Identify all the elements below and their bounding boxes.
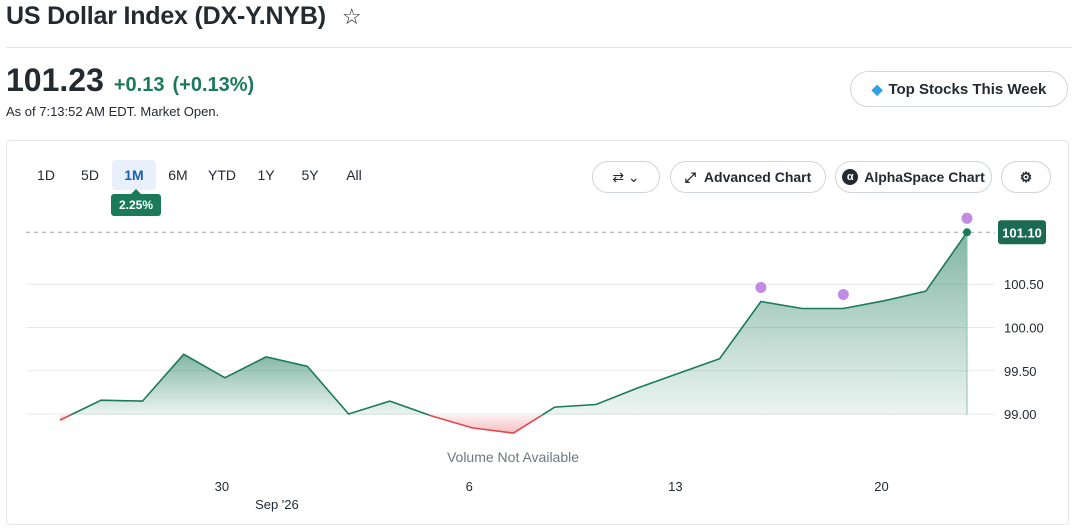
x-sublabel: Sep '26 [255,497,299,512]
y-tick-label: 99.00 [1004,407,1037,422]
x-tick-label: 13 [668,479,682,494]
event-marker [755,282,767,294]
data-point [963,228,971,237]
price-chart: 99.00 99.50 100.00 100.50 101.10 30 6 13 20 Sep '… [26,212,1046,512]
event-marker [961,212,973,224]
x-tick-label: 20 [874,479,888,494]
current-price-label: 101.10 [1002,225,1042,240]
y-tick-label: 99.50 [1004,364,1037,379]
x-tick-label: 30 [215,479,229,494]
y-tick-label: 100.00 [1004,321,1044,336]
area-up [542,232,967,415]
volume-note: Volume Not Available [447,449,579,465]
x-tick-label: 6 [466,479,473,494]
event-marker [837,288,849,300]
y-tick-label: 100.50 [1004,277,1044,292]
